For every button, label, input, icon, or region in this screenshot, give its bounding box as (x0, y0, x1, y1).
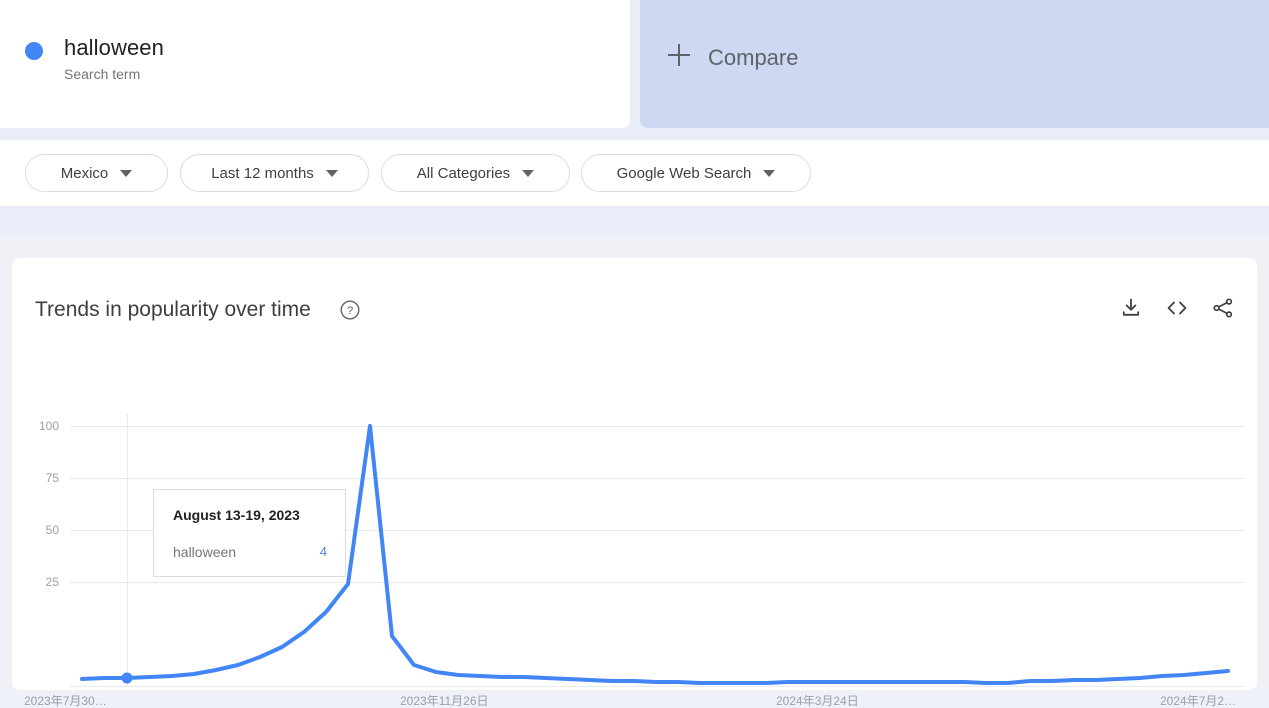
filter-bar: Mexico Last 12 months All Categories Goo… (0, 140, 1269, 206)
chevron-down-icon (325, 169, 338, 177)
chart-actions (1119, 296, 1235, 320)
hover-point-marker (121, 672, 133, 684)
tooltip-term: halloween (173, 544, 237, 560)
x-axis-tick: 2024年7月2… (1160, 694, 1237, 708)
filter-time-range[interactable]: Last 12 months (180, 154, 369, 192)
search-term-type: Search term (64, 66, 141, 82)
compare-button[interactable]: Compare (640, 0, 1269, 128)
chart-title: Trends in popularity over time (35, 298, 311, 321)
filter-location-label: Mexico (60, 164, 109, 182)
chevron-down-icon (522, 169, 535, 177)
chart-tooltip: August 13-19, 2023 halloween 4 (153, 489, 346, 577)
plus-icon (668, 44, 690, 66)
trends-chart-card: Trends in popularity over time ? 100 75 … (12, 258, 1257, 708)
filter-location[interactable]: Mexico (25, 154, 168, 192)
search-term-card[interactable]: halloween Search term (0, 0, 630, 128)
y-axis-tick: 100 (38, 419, 59, 433)
chevron-down-icon (763, 169, 776, 177)
svg-text:?: ? (347, 305, 353, 317)
filter-time-range-label: Last 12 months (211, 164, 314, 182)
x-axis-tick: 2023年11月26日 (400, 694, 489, 708)
filter-search-type-label: Google Web Search (616, 164, 752, 182)
tooltip-date: August 13-19, 2023 (173, 507, 300, 523)
y-axis-tick: 75 (45, 471, 59, 485)
y-axis-tick: 50 (45, 523, 59, 537)
x-axis-tick: 2024年3月24日 (776, 694, 859, 708)
download-icon[interactable] (1119, 296, 1143, 320)
filter-search-type[interactable]: Google Web Search (581, 154, 811, 192)
help-circle-icon[interactable]: ? (339, 299, 361, 321)
series-color-dot (25, 42, 43, 60)
filter-category-label: All Categories (416, 164, 511, 182)
share-icon[interactable] (1211, 296, 1235, 320)
x-axis-tick: 2023年7月30… (24, 694, 107, 708)
search-term-label: halloween (64, 35, 164, 60)
tooltip-value: 4 (319, 544, 327, 559)
y-axis-tick: 25 (45, 575, 59, 589)
compare-label: Compare (708, 45, 799, 70)
search-terms-row: halloween Search term Compare (0, 0, 1269, 128)
embed-code-icon[interactable] (1165, 296, 1189, 320)
filter-category[interactable]: All Categories (381, 154, 570, 192)
chevron-down-icon (120, 169, 133, 177)
